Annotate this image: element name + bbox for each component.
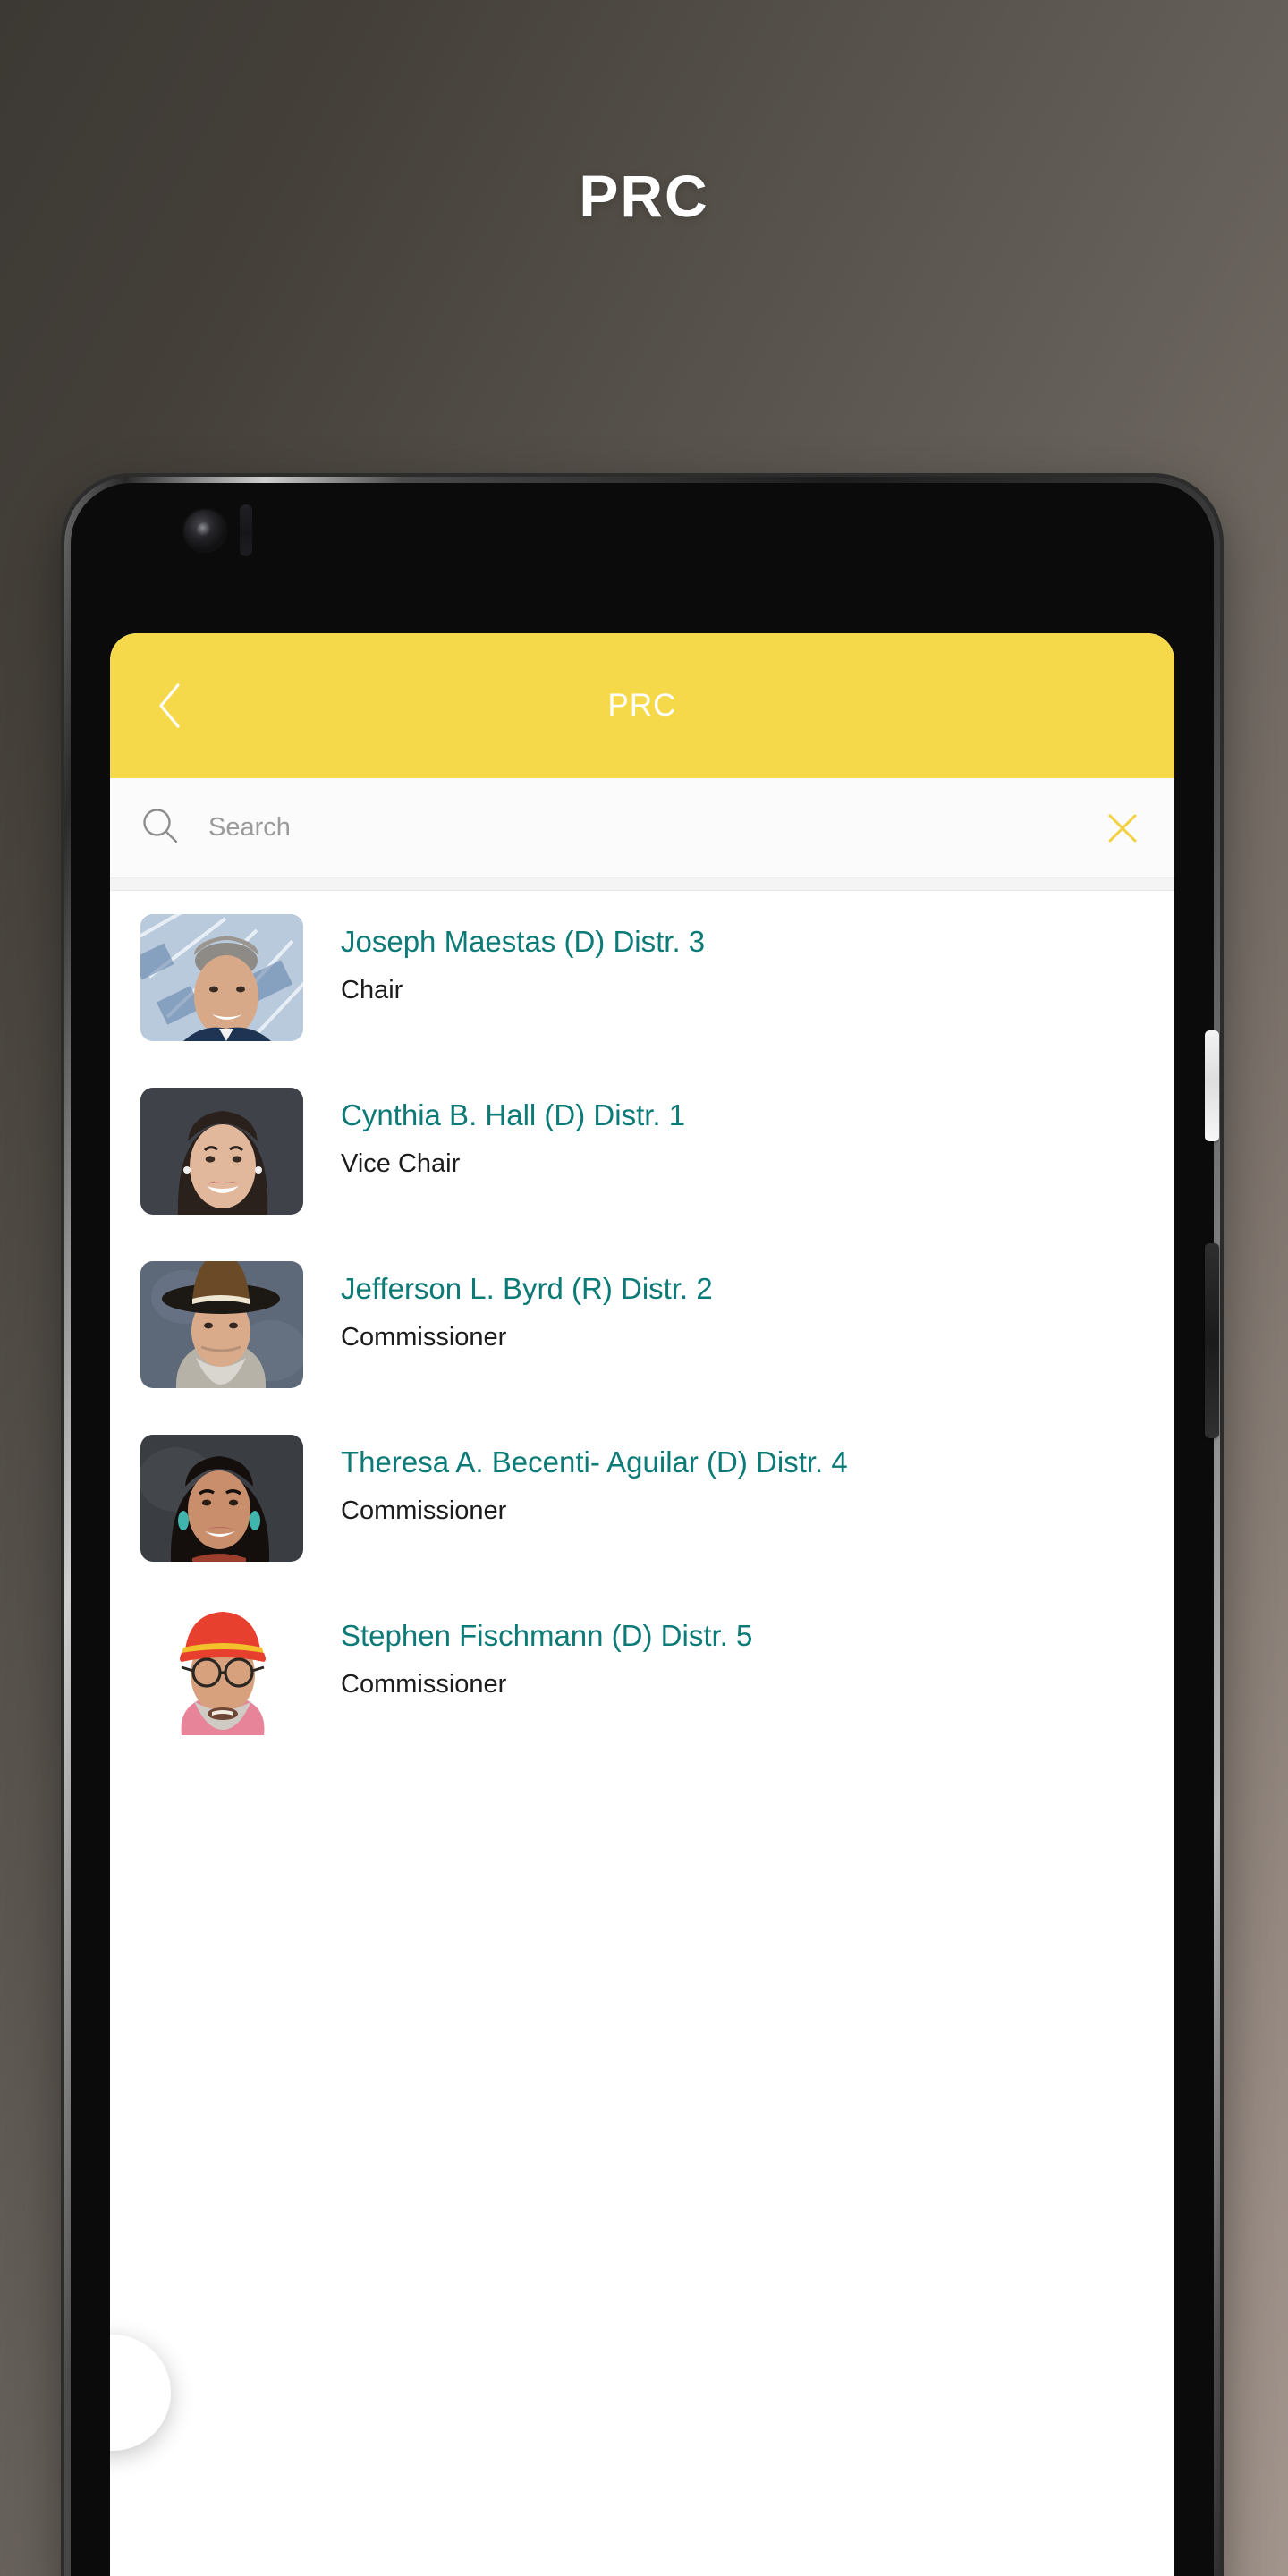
camera-icon [184, 510, 225, 551]
list-item[interactable]: Cynthia B. Hall (D) Distr. 1 Vice Chair [110, 1088, 1174, 1261]
back-button[interactable] [130, 633, 210, 778]
hero-title: PRC [579, 163, 709, 229]
search-icon [140, 806, 180, 850]
member-role: Vice Chair [341, 1149, 461, 1179]
close-x-icon[interactable] [1096, 801, 1149, 855]
list-item[interactable]: Theresa A. Becenti- Aguilar (D) Distr. 4… [110, 1435, 1174, 1608]
avatar [140, 1435, 303, 1562]
proximity-sensor-icon [240, 504, 252, 556]
list-item-text: Cynthia B. Hall (D) Distr. 1 Vice Chair [303, 1088, 1174, 1180]
member-role: Commissioner [341, 1670, 507, 1699]
promo-stage: PRC PRC Search Joseph Maestas (D) Distr.… [0, 0, 1288, 2576]
avatar [140, 914, 303, 1041]
member-role: Commissioner [341, 1323, 507, 1352]
app-screen: PRC Search Joseph Maestas (D) Distr. 3 C… [110, 633, 1174, 2576]
list-item-text: Stephen Fischmann (D) Distr. 5 Commissio… [303, 1608, 1174, 1700]
portrait-cowboy-hat-icon [140, 1261, 303, 1388]
portrait-dark-background-icon [140, 1088, 303, 1215]
avatar [140, 1608, 303, 1735]
power-button[interactable] [1205, 1030, 1219, 1141]
search-bar [110, 778, 1174, 878]
portrait-red-cap-icon [140, 1608, 303, 1735]
list-item-text: Theresa A. Becenti- Aguilar (D) Distr. 4… [303, 1435, 1174, 1527]
list-item-text: Jefferson L. Byrd (R) Distr. 2 Commissio… [303, 1261, 1174, 1353]
member-name: Joseph Maestas (D) Distr. 3 [341, 925, 706, 958]
member-list: Joseph Maestas (D) Distr. 3 Chair Cynthi… [110, 891, 1174, 1782]
search-divider [110, 878, 1174, 891]
member-role: Chair [341, 976, 403, 1005]
member-role: Commissioner [341, 1496, 507, 1526]
member-name: Theresa A. Becenti- Aguilar (D) Distr. 4 [341, 1445, 848, 1479]
list-item[interactable]: Jefferson L. Byrd (R) Distr. 2 Commissio… [110, 1261, 1174, 1435]
portrait-dark-background-icon [140, 1435, 303, 1562]
list-item[interactable]: Joseph Maestas (D) Distr. 3 Chair [110, 914, 1174, 1088]
avatar [140, 1261, 303, 1388]
member-name: Jefferson L. Byrd (R) Distr. 2 [341, 1272, 713, 1305]
camera-lens-icon [197, 522, 212, 538]
portrait-solar-panels-icon [140, 914, 303, 1041]
list-item-text: Joseph Maestas (D) Distr. 3 Chair [303, 914, 1174, 1006]
list-item[interactable]: Stephen Fischmann (D) Distr. 5 Commissio… [110, 1608, 1174, 1782]
member-name: Cynthia B. Hall (D) Distr. 1 [341, 1098, 686, 1131]
volume-button[interactable] [1205, 1243, 1219, 1438]
app-bar-title: PRC [607, 688, 677, 723]
search-input[interactable] [208, 813, 1096, 843]
chevron-left-icon [159, 683, 180, 728]
member-name: Stephen Fischmann (D) Distr. 5 [341, 1619, 753, 1652]
app-bar: PRC [110, 633, 1174, 778]
avatar [140, 1088, 303, 1215]
floating-action-button[interactable] [110, 2334, 171, 2451]
